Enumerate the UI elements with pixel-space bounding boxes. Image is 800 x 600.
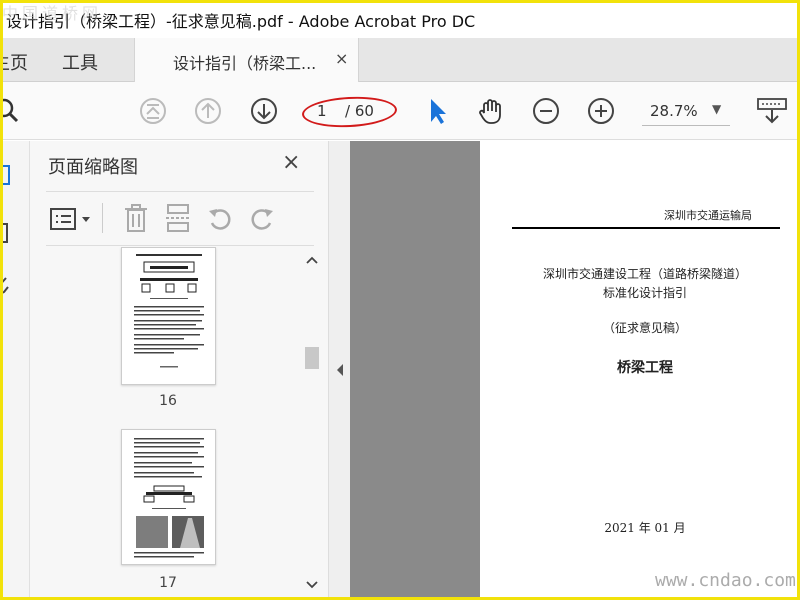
panel-close-icon[interactable]: × xyxy=(282,150,300,175)
document-title-line1: 深圳市交通建设工程（道路桥梁隧道） xyxy=(542,267,747,281)
search-icon[interactable] xyxy=(0,96,24,126)
page-down-icon[interactable] xyxy=(249,96,279,126)
scroll-up-icon[interactable] xyxy=(305,255,319,265)
options-menu-icon[interactable] xyxy=(50,207,94,231)
panel-divider xyxy=(46,191,314,192)
trash-icon[interactable] xyxy=(122,203,150,233)
header-rule xyxy=(512,227,780,229)
document-date: 2021 年 01 月 xyxy=(604,521,686,535)
watermark-top: 中国道桥网 xyxy=(2,4,103,23)
navigation-rail xyxy=(0,141,30,600)
first-page-icon[interactable] xyxy=(138,96,168,126)
extract-pages-icon[interactable] xyxy=(164,203,192,233)
document-page: 深圳市交通运输局 深圳市交通建设工程（道路桥梁隧道） 标准化设计指引 （征求意见… xyxy=(480,141,800,600)
title-bar: 设计指引（桥梁工程）-征求意见稿.pdf - Adobe Acrobat Pro… xyxy=(0,0,800,38)
hand-icon[interactable] xyxy=(476,96,506,126)
scroll-down-icon[interactable] xyxy=(305,580,319,590)
watermark-bottom: www.cndao.com xyxy=(655,570,796,591)
keyboard-scroll-icon[interactable] xyxy=(756,96,788,126)
panel-splitter[interactable] xyxy=(328,141,350,600)
bookmarks-nav-icon[interactable] xyxy=(0,221,14,245)
document-subtitle: （征求意见稿） xyxy=(602,321,687,335)
panel-divider-2 xyxy=(46,245,314,246)
panel-toolbar xyxy=(46,199,314,239)
document-tab-label: 设计指引（桥梁工... xyxy=(173,54,317,73)
document-tab[interactable]: 设计指引（桥梁工... × xyxy=(134,38,359,82)
thumbnails-nav-icon[interactable] xyxy=(0,163,14,187)
collapse-panel-icon[interactable] xyxy=(335,363,345,377)
rotate-right-icon[interactable] xyxy=(248,205,276,233)
zoom-out-icon[interactable] xyxy=(531,96,561,126)
thumbnail-list: 16 17 xyxy=(46,247,302,600)
scroll-thumb[interactable] xyxy=(305,347,319,369)
menu-bar: 主页 工具 设计指引（桥梁工... × xyxy=(0,38,800,82)
tools-menu[interactable]: 工具 xyxy=(62,49,98,75)
zoom-value: 28.7% xyxy=(650,102,698,120)
document-viewer[interactable]: 深圳市交通运输局 深圳市交通建设工程（道路桥梁隧道） 标准化设计指引 （征求意见… xyxy=(350,141,800,600)
thumbnail-scrollbar[interactable] xyxy=(302,247,322,600)
tab-close-icon[interactable]: × xyxy=(335,49,348,68)
attachments-nav-icon[interactable] xyxy=(0,275,14,299)
panel-title: 页面缩略图 xyxy=(48,157,138,178)
thumbnail-number: 16 xyxy=(159,393,177,409)
document-section: 桥梁工程 xyxy=(617,360,673,376)
page-up-icon[interactable] xyxy=(193,96,223,126)
rotate-left-icon[interactable] xyxy=(206,205,234,233)
zoom-dropdown-icon[interactable]: ▼ xyxy=(712,102,721,116)
thumbnails-panel: 页面缩略图 × 16 17 xyxy=(30,141,328,600)
issuing-organization: 深圳市交通运输局 xyxy=(664,209,752,222)
tool-divider xyxy=(102,203,103,233)
page-thumbnail[interactable] xyxy=(121,429,216,565)
select-arrow-icon[interactable] xyxy=(422,96,452,126)
toolbar: 1 / 60 28.7% ▼ xyxy=(0,82,800,140)
zoom-in-icon[interactable] xyxy=(586,96,616,126)
home-menu[interactable]: 主页 xyxy=(0,49,28,75)
zoom-select[interactable]: 28.7% ▼ xyxy=(642,100,730,126)
document-title-line2: 标准化设计指引 xyxy=(602,286,687,300)
page-thumbnail[interactable] xyxy=(121,247,216,385)
thumbnail-number: 17 xyxy=(159,575,177,591)
